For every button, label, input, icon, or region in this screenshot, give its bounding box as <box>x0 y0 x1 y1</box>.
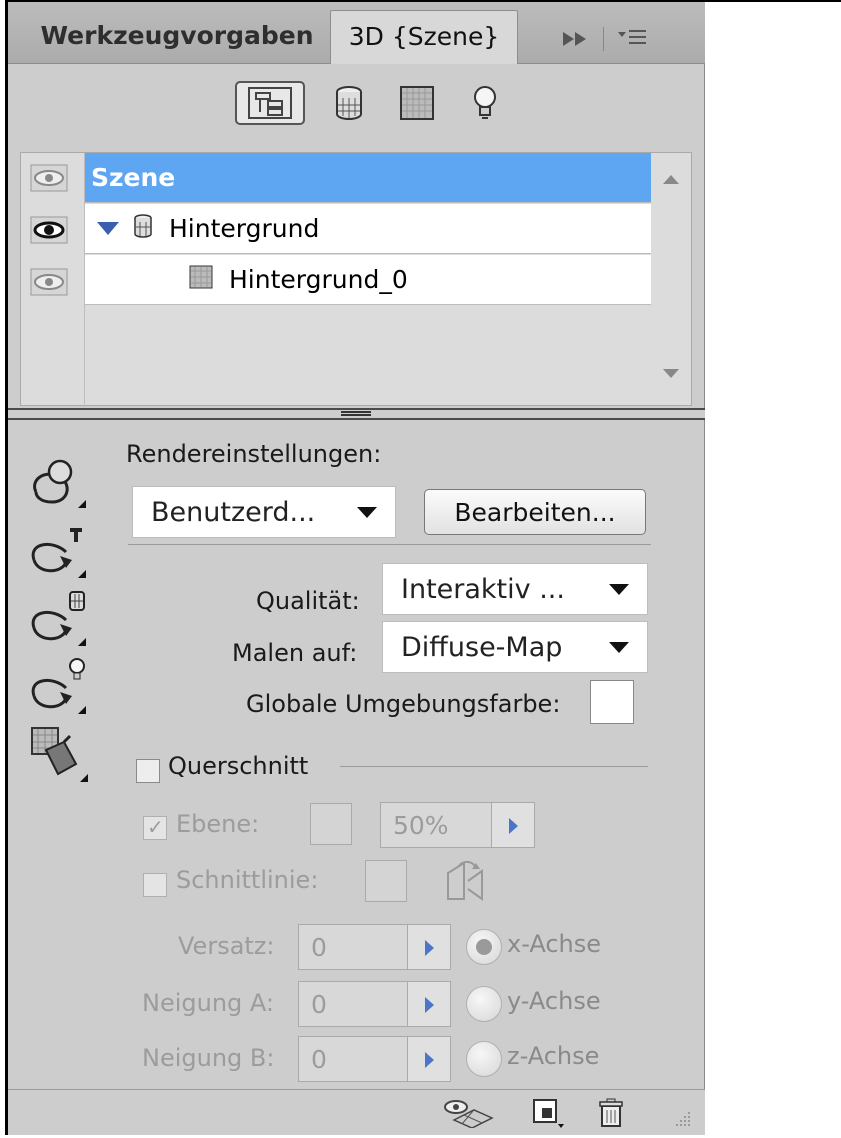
intersection-color-swatch[interactable] <box>365 860 407 902</box>
panel-tab-bar: Werkzeugvorgaben 3D {Szene} <box>8 2 705 64</box>
offset-stepper[interactable] <box>407 924 451 970</box>
material-filter-icon[interactable] <box>393 81 441 125</box>
play-arrow-icon <box>425 997 434 1013</box>
tilt-a-stepper[interactable] <box>407 981 451 1027</box>
paint-on-value: Diffuse-Map <box>401 631 563 663</box>
menu-separator <box>603 27 604 51</box>
quality-label: Qualität: <box>256 587 360 615</box>
render-preset-dropdown[interactable]: Benutzerd... <box>132 486 396 538</box>
y-axis-label: y-Achse <box>507 987 601 1015</box>
mesh-item-properties-icon[interactable] <box>26 588 94 652</box>
property-type-toolbar <box>26 452 96 792</box>
flip-section-icon[interactable] <box>440 859 488 909</box>
ground-plane-icon[interactable] <box>440 1098 496 1129</box>
divider <box>128 544 651 545</box>
resize-grip-icon[interactable] <box>672 1108 692 1138</box>
material-paint-icon[interactable] <box>26 724 94 788</box>
screenshot-frame: Werkzeugvorgaben 3D {Szene} Szene Hinter… <box>0 0 841 1135</box>
checkmark-icon: ✓ <box>147 815 164 839</box>
z-axis-label: z-Achse <box>507 1042 600 1070</box>
mesh-properties-icon[interactable] <box>26 520 94 584</box>
tilt-b-field[interactable]: 0 <box>298 1036 408 1082</box>
new-layer-icon[interactable] <box>530 1098 566 1128</box>
plane-color-swatch[interactable] <box>310 803 352 845</box>
layer-label: Szene <box>91 163 176 192</box>
eye-icon[interactable] <box>29 163 69 193</box>
tilt-b-value: 0 <box>311 1044 327 1074</box>
cross-section-label: Querschnitt <box>168 752 309 780</box>
tilt-a-label: Neigung A: <box>142 989 274 1017</box>
edit-render-button[interactable]: Bearbeiten... <box>424 489 646 535</box>
3d-scene-panel: Werkzeugvorgaben 3D {Szene} Szene Hinter… <box>8 2 705 1135</box>
offset-label: Versatz: <box>178 932 275 960</box>
quality-value: Interaktiv ... <box>401 573 565 605</box>
plane-label: Ebene: <box>176 810 260 838</box>
tilt-b-stepper[interactable] <box>407 1036 451 1082</box>
render-settings-label: Rendereinstellungen: <box>126 440 382 468</box>
play-arrow-icon <box>425 940 434 956</box>
chevron-down-icon <box>609 584 629 595</box>
chevron-down-icon <box>357 507 377 518</box>
expand-triangle-icon[interactable] <box>97 222 119 235</box>
x-axis-radio[interactable] <box>466 929 502 965</box>
intersection-label: Schnittlinie: <box>176 866 319 894</box>
visibility-column <box>21 153 85 407</box>
z-axis-radio[interactable] <box>466 1041 502 1077</box>
scene-properties-icon[interactable] <box>26 452 94 516</box>
tilt-a-field[interactable]: 0 <box>298 981 408 1027</box>
light-filter-icon[interactable] <box>461 81 509 125</box>
plane-checkbox[interactable]: ✓ <box>143 815 167 840</box>
chevron-down-icon <box>609 642 629 653</box>
plane-opacity-stepper[interactable] <box>491 802 535 848</box>
layer-row-hintergrund-0[interactable]: Hintergrund_0 <box>85 255 651 305</box>
layer-row-hintergrund[interactable]: Hintergrund <box>85 204 651 254</box>
layer-label: Hintergrund <box>169 214 320 243</box>
y-axis-radio[interactable] <box>466 986 502 1022</box>
render-preset-value: Benutzerd... <box>151 496 316 528</box>
material-icon <box>189 265 213 295</box>
play-arrow-icon <box>509 818 518 834</box>
tilt-b-label: Neigung B: <box>142 1044 275 1072</box>
paint-on-dropdown[interactable]: Diffuse-Map <box>382 621 648 673</box>
mesh-icon <box>133 213 153 244</box>
panel-menu-area <box>563 24 693 54</box>
mesh-filter-icon[interactable] <box>325 81 373 125</box>
tab-3d-scene[interactable]: 3D {Szene} <box>330 10 518 64</box>
splitter-grip-icon[interactable] <box>341 411 371 416</box>
plane-opacity-field[interactable]: 50% <box>380 802 492 848</box>
panel-footer <box>8 1089 705 1135</box>
offset-field[interactable]: 0 <box>298 924 408 970</box>
scene-filter-icon[interactable] <box>234 80 305 125</box>
offset-value: 0 <box>311 932 327 962</box>
filter-bar <box>8 65 705 140</box>
fast-forward-icon[interactable] <box>563 27 589 51</box>
tilt-a-value: 0 <box>311 989 327 1019</box>
intersection-checkbox[interactable] <box>143 873 167 897</box>
play-arrow-icon <box>425 1052 434 1068</box>
x-axis-label: x-Achse <box>507 930 602 958</box>
paint-on-label: Malen auf: <box>232 639 358 667</box>
plane-opacity-value: 50% <box>393 810 449 840</box>
eye-icon[interactable] <box>29 215 69 245</box>
eye-icon[interactable] <box>29 267 69 297</box>
divider <box>340 766 648 767</box>
panel-menu-icon[interactable] <box>618 27 648 52</box>
scroll-up-icon[interactable] <box>663 175 679 184</box>
cross-section-checkbox[interactable] <box>136 759 160 783</box>
light-properties-icon[interactable] <box>26 656 94 720</box>
panel-splitter[interactable] <box>8 408 705 420</box>
ambient-color-label: Globale Umgebungsfarbe: <box>246 690 561 718</box>
ambient-color-swatch[interactable] <box>590 680 634 724</box>
tab-werkzeugvorgaben[interactable]: Werkzeugvorgaben <box>26 10 328 64</box>
layer-row-szene[interactable]: Szene <box>85 153 651 203</box>
scene-layer-list: Szene Hintergrund Hintergrund_0 <box>20 152 692 407</box>
layer-scrollbar[interactable] <box>651 153 691 405</box>
trash-icon[interactable] <box>598 1098 624 1128</box>
scroll-down-icon[interactable] <box>663 369 679 378</box>
layer-label: Hintergrund_0 <box>229 265 408 294</box>
quality-dropdown[interactable]: Interaktiv ... <box>382 563 648 615</box>
